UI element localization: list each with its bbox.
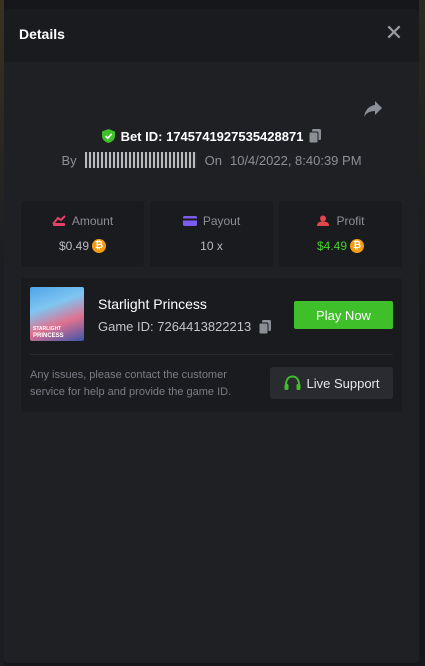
- modal-title: Details: [19, 26, 65, 42]
- stat-label: Amount: [71, 214, 114, 228]
- stat-payout: Payout 10 x: [150, 201, 273, 267]
- profit-icon: [317, 215, 330, 226]
- stat-value: $0.49: [58, 239, 90, 253]
- stat-label: Payout: [202, 214, 241, 228]
- bet-id: Bet ID: 1745741927535428871: [120, 128, 304, 144]
- game-id-row: Game ID: 7264413822213: [98, 319, 272, 334]
- bitcoin-icon: ₿: [92, 239, 107, 253]
- share-icon[interactable]: [363, 100, 383, 118]
- headset-icon: [284, 375, 300, 390]
- by-row: By On 10/4/2022, 8:40:39 PM: [4, 151, 419, 169]
- shield-check-icon: [101, 129, 115, 143]
- stats-row: Amount $0.49 ₿ Payout 10 x Profit $4.49 …: [21, 201, 402, 267]
- amount-icon: [52, 215, 66, 226]
- bitcoin-icon: ₿: [350, 239, 365, 253]
- game-id: Game ID: 7264413822213: [98, 319, 252, 334]
- live-support-label: Live Support: [306, 375, 380, 391]
- support-notice: Any issues, please contact the customer …: [30, 369, 232, 398]
- modal-header: Details ✕: [4, 9, 419, 62]
- details-modal: Details ✕ Bet ID: 1745741927535428871 By…: [4, 9, 419, 663]
- thumbnail-text-line2: PRINCESS: [33, 333, 64, 339]
- payout-icon: [182, 216, 197, 226]
- close-icon[interactable]: ✕: [384, 22, 404, 44]
- copy-icon[interactable]: [259, 319, 272, 334]
- divider: [30, 354, 393, 355]
- play-now-button[interactable]: Play Now: [294, 301, 393, 329]
- live-support-button[interactable]: Live Support: [270, 367, 393, 399]
- copy-icon[interactable]: [309, 129, 322, 143]
- background-strip-right: [419, 0, 425, 666]
- game-name: Starlight Princess: [98, 296, 207, 312]
- bet-datetime: 10/4/2022, 8:40:39 PM: [229, 152, 362, 168]
- stat-profit: Profit $4.49 ₿: [279, 201, 402, 267]
- bet-id-row: Bet ID: 1745741927535428871: [4, 127, 419, 145]
- by-label: By: [61, 152, 77, 168]
- on-label: On: [204, 152, 222, 168]
- username-censored[interactable]: [84, 152, 197, 168]
- stat-value: $4.49: [316, 239, 348, 253]
- thumbnail-text-line1: STARLIGHT: [33, 326, 62, 332]
- stat-label: Profit: [336, 214, 365, 228]
- game-card: STARLIGHT PRINCESS Starlight Princess Ga…: [21, 278, 402, 412]
- game-thumbnail[interactable]: STARLIGHT PRINCESS: [30, 287, 84, 341]
- stat-value: 10 x: [200, 239, 223, 253]
- stat-amount: Amount $0.49 ₿: [21, 201, 144, 267]
